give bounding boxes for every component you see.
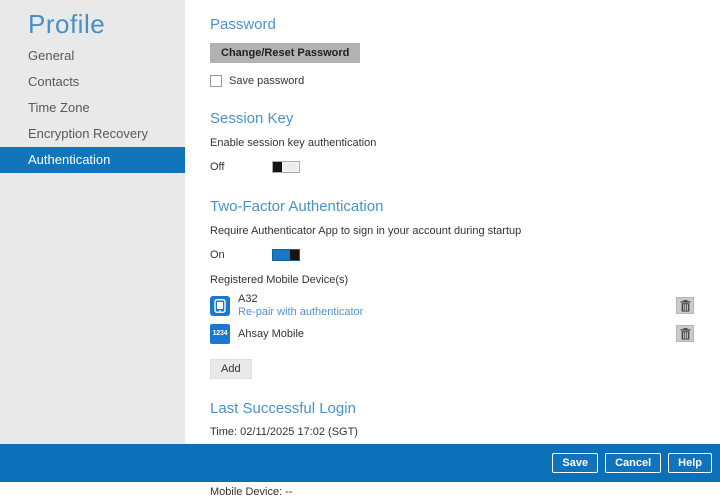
session-key-description: Enable session key authentication xyxy=(210,137,377,149)
session-key-toggle[interactable] xyxy=(272,161,300,173)
two-factor-toggle-label: On xyxy=(210,249,225,261)
registered-devices-label: Registered Mobile Device(s) xyxy=(210,274,349,286)
trash-icon xyxy=(680,327,690,340)
two-factor-toggle[interactable] xyxy=(272,249,300,261)
help-button[interactable]: Help xyxy=(668,453,712,473)
footer-bar: Save Cancel Help xyxy=(0,444,720,482)
sidebar-item-authentication[interactable]: Authentication xyxy=(0,147,185,173)
two-factor-toggle-row: On xyxy=(210,248,694,262)
sidebar-nav: General Contacts Time Zone Encryption Re… xyxy=(0,43,185,173)
repair-authenticator-link[interactable]: Re-pair with authenticator xyxy=(238,306,363,318)
last-login-mobile-device: Mobile Device: -- xyxy=(210,486,293,498)
session-key-section-heading: Session Key xyxy=(210,110,294,127)
cancel-button[interactable]: Cancel xyxy=(605,453,662,473)
device-name: Ahsay Mobile xyxy=(238,327,305,340)
two-factor-section-heading: Two-Factor Authentication xyxy=(210,198,384,215)
main-content: Password Change/Reset Password Save pass… xyxy=(185,0,720,498)
sidebar-item-general[interactable]: General xyxy=(0,43,185,69)
trash-icon xyxy=(680,299,690,312)
page-title: Profile xyxy=(28,9,106,39)
delete-device-button[interactable] xyxy=(676,325,694,342)
sidebar: Profile General Contacts Time Zone Encry… xyxy=(0,0,185,444)
save-button[interactable]: Save xyxy=(552,453,599,473)
device-name: A32 xyxy=(238,293,258,305)
change-reset-password-button[interactable]: Change/Reset Password xyxy=(210,43,361,63)
sidebar-item-time-zone[interactable]: Time Zone xyxy=(0,95,185,121)
toggle-knob xyxy=(290,250,299,260)
two-factor-description: Require Authenticator App to sign in you… xyxy=(210,225,522,237)
save-password-checkbox[interactable] xyxy=(210,75,222,87)
delete-device-button[interactable] xyxy=(676,297,694,314)
sidebar-item-contacts[interactable]: Contacts xyxy=(0,69,185,95)
toggle-knob xyxy=(273,162,282,172)
save-password-label: Save password xyxy=(229,75,305,87)
device-row: 1234 Ahsay Mobile xyxy=(210,323,694,344)
passcode-icon: 1234 xyxy=(210,323,230,344)
device-row: A32 Re-pair with authenticator xyxy=(210,293,694,318)
device-texts: A32 Re-pair with authenticator xyxy=(238,293,363,318)
last-login-time: Time: 02/11/2025 17:02 (SGT) xyxy=(210,426,358,438)
session-key-toggle-row: Off xyxy=(210,160,694,174)
smartphone-icon xyxy=(210,295,230,316)
session-key-toggle-label: Off xyxy=(210,161,225,173)
password-section-heading: Password xyxy=(210,16,276,33)
add-device-button[interactable]: Add xyxy=(210,359,252,379)
save-password-row: Save password xyxy=(210,75,694,87)
device-list: A32 Re-pair with authenticator 1234 Ahsa… xyxy=(210,293,694,344)
sidebar-item-encryption-recovery[interactable]: Encryption Recovery xyxy=(0,121,185,147)
device-texts: Ahsay Mobile xyxy=(238,328,304,340)
last-login-section-heading: Last Successful Login xyxy=(210,400,356,417)
